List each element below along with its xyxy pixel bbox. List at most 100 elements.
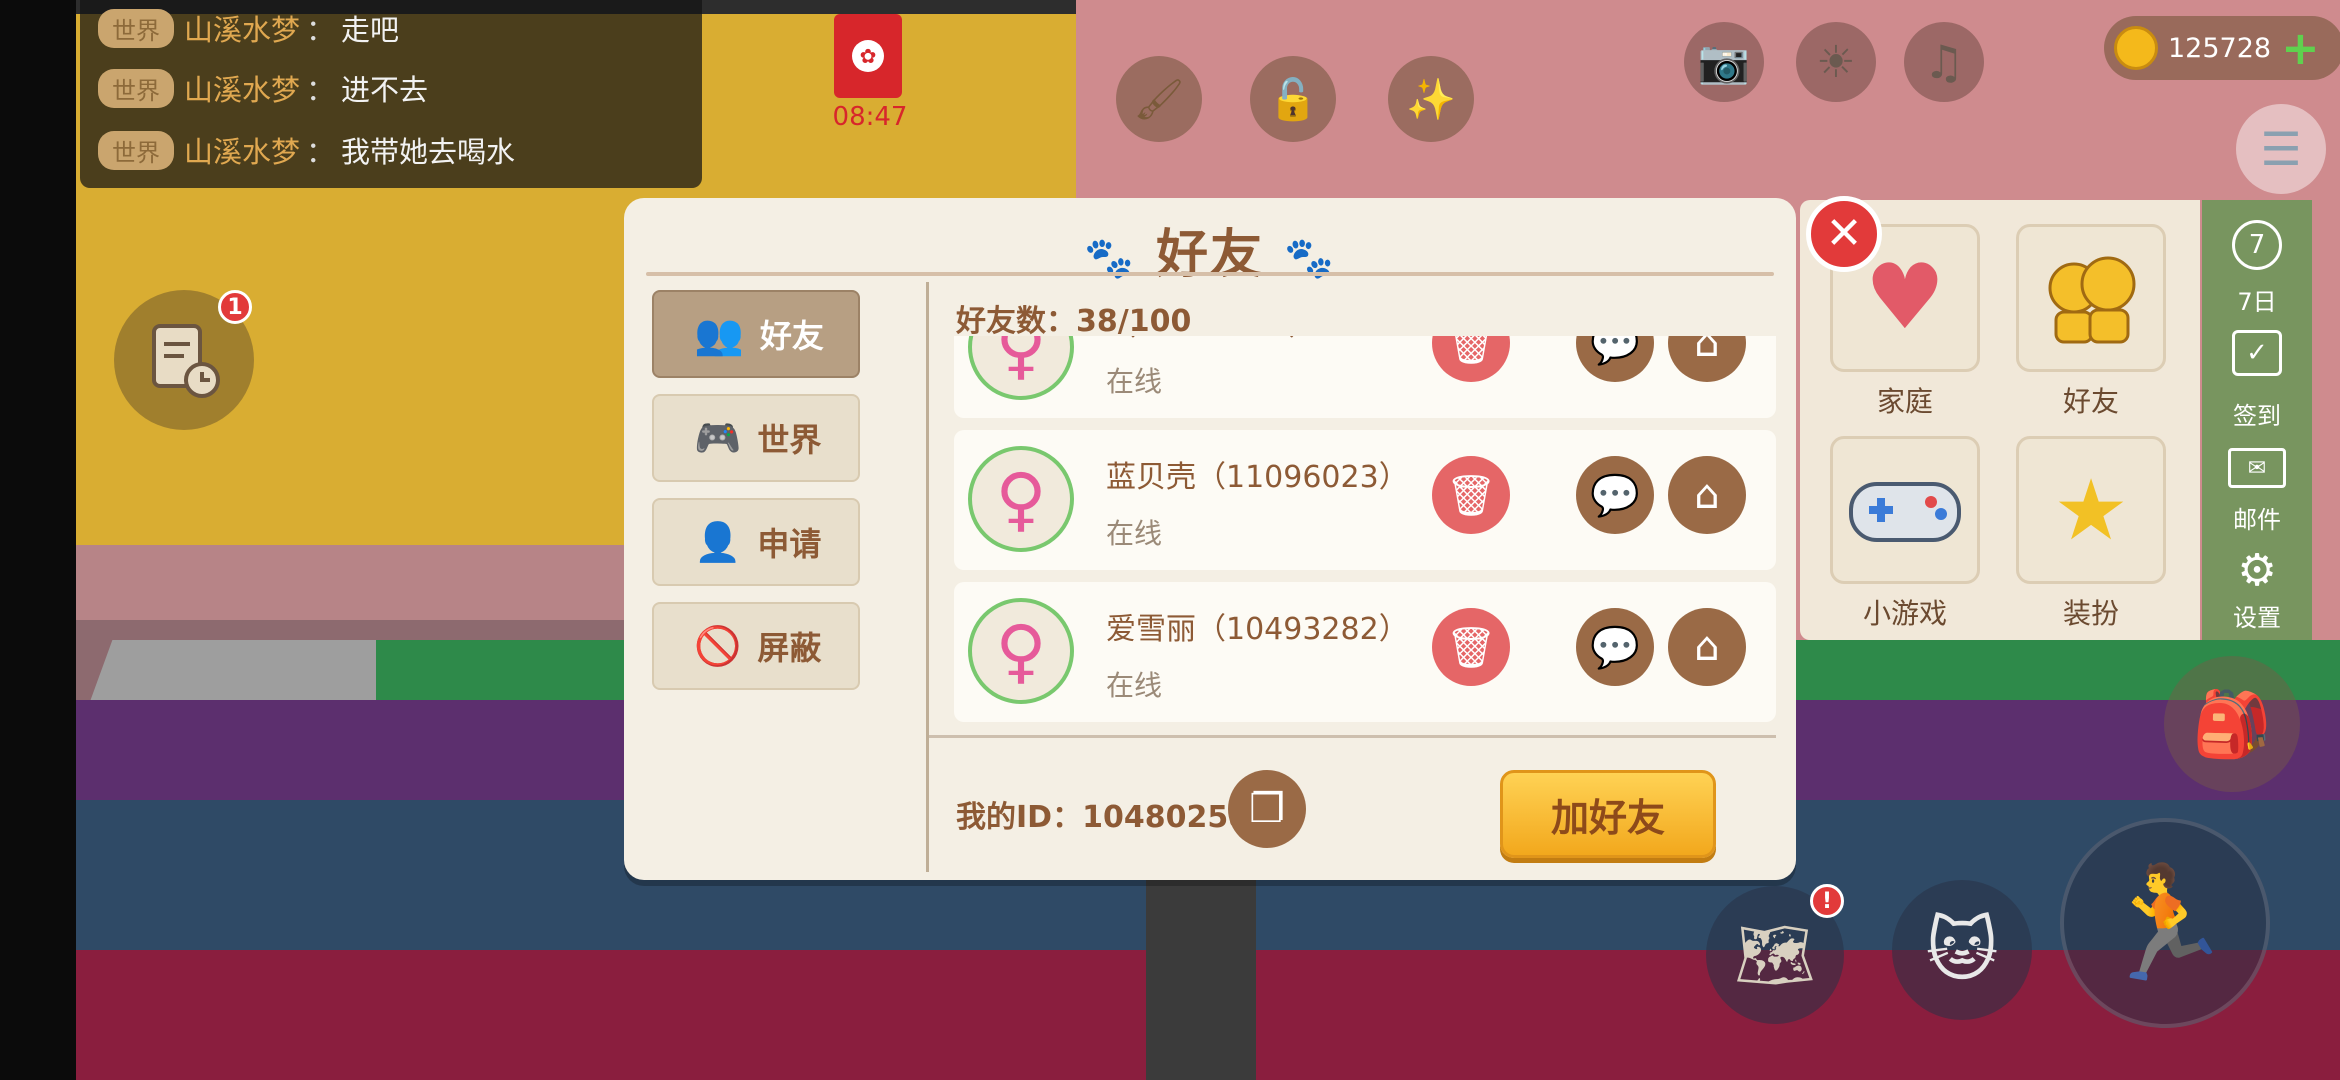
tab-blocked[interactable]: 🚫 屏蔽	[652, 602, 860, 690]
brightness-button[interactable]: ☀	[1796, 22, 1876, 102]
camera-icon: 📷	[1697, 37, 1751, 86]
gamepad-icon	[1849, 482, 1961, 542]
world-chat[interactable]: 世界 山溪水梦 ： 走吧 世界 山溪水梦 ： 进不去 世界 山溪水梦 ： 我带她…	[80, 0, 702, 188]
close-button[interactable]: ✕	[1806, 196, 1882, 272]
visit-home-button[interactable]: ⌂	[1668, 456, 1746, 534]
trash-icon: 🗑	[1445, 472, 1497, 519]
tab-divider	[926, 282, 929, 872]
coin-icon	[2114, 26, 2158, 70]
chat-message: 进不去	[341, 73, 429, 107]
music-button[interactable]: ♫	[1904, 22, 1984, 102]
chat-username[interactable]: 山溪水梦	[184, 7, 300, 49]
fireworks-icon: ✨	[1406, 76, 1456, 123]
seven-day-label[interactable]: 7日	[2202, 282, 2312, 317]
jump-button[interactable]: 🏃	[2060, 818, 2270, 1028]
friend-list[interactable]: ♀ （14802453） 在线 🗑 💬 ⌂ ♀ 蓝贝壳（11096023） 在线…	[954, 336, 1776, 728]
chat-message: 我带她去喝水	[341, 135, 516, 169]
menu-button[interactable]: ☰	[2236, 104, 2326, 194]
fireworks-button[interactable]: ✨	[1388, 56, 1474, 142]
delete-friend-button[interactable]: 🗑	[1432, 456, 1510, 534]
coin-count: 125728	[2168, 32, 2272, 64]
friends-label: 好友	[2062, 385, 2119, 418]
add-friend-button[interactable]: 加好友	[1500, 770, 1716, 858]
red-envelope-button[interactable]: ✿	[834, 14, 902, 98]
chat-button[interactable]: 💬	[1576, 456, 1654, 534]
unlock-icon: 🔓	[1268, 76, 1318, 123]
camera-button[interactable]: 📷	[1684, 22, 1764, 102]
chat-button[interactable]: 💬	[1576, 608, 1654, 686]
chat-line: 世界 山溪水梦 ： 我带她去喝水	[98, 130, 515, 170]
music-note-icon: ♫	[1923, 35, 1965, 89]
avatar[interactable]: ♀	[968, 598, 1074, 704]
menu-list-icon: ☰	[2260, 122, 2302, 176]
chat-button[interactable]: 💬	[1576, 336, 1654, 382]
dressup-label: 装扮	[2062, 597, 2119, 630]
red-envelope-timer: 08:47	[832, 102, 908, 132]
tab-friends[interactable]: 👥 好友	[652, 290, 860, 378]
speech-bubble-icon: 💬	[1590, 472, 1640, 519]
delete-friend-button[interactable]: 🗑	[1432, 608, 1510, 686]
tab-label: 屏蔽	[757, 629, 822, 667]
chat-channel-tag: 世界	[98, 130, 174, 170]
block-user-icon: 🚫	[694, 623, 742, 668]
list-item[interactable]: ♀ 爱雪丽（10493282） 在线 🗑 💬 ⌂	[954, 582, 1776, 722]
door-icon: ⌂	[1694, 472, 1720, 518]
gamepad-icon: 🎮	[694, 415, 742, 460]
friend-status: 在线	[1106, 517, 1163, 550]
copy-id-button[interactable]: ❐	[1228, 770, 1306, 848]
mail-label[interactable]: 邮件	[2202, 500, 2312, 535]
door-icon: ⌂	[1694, 624, 1720, 670]
calendar-check-icon[interactable]: ✓	[2232, 330, 2282, 376]
settings-label[interactable]: 设置	[2202, 598, 2312, 633]
title-divider	[646, 272, 1774, 276]
friend-status: 在线	[1106, 669, 1163, 702]
delete-friend-button[interactable]: 🗑	[1432, 336, 1510, 382]
speech-bubble-icon: 💬	[1590, 336, 1640, 367]
family-label: 家庭	[1876, 385, 1933, 418]
chat-username[interactable]: 山溪水梦	[184, 67, 300, 109]
tab-label: 申请	[757, 525, 822, 563]
cat-face-icon: 🐱	[1925, 909, 1999, 991]
list-item[interactable]: ♀ （14802453） 在线 🗑 💬 ⌂	[954, 336, 1776, 418]
brush-button[interactable]: 🖌	[1116, 56, 1202, 142]
door-icon: ⌂	[1694, 336, 1720, 366]
character-legs	[1146, 870, 1256, 1080]
visit-home-button[interactable]: ⌂	[1668, 608, 1746, 686]
chat-channel-tag: 世界	[98, 8, 174, 48]
chat-line: 世界 山溪水梦 ： 走吧	[98, 8, 399, 48]
tab-label: 好友	[759, 317, 824, 355]
minigame-tile[interactable]	[1830, 436, 1980, 584]
mail-icon[interactable]: ✉	[2228, 448, 2286, 488]
add-coins-icon[interactable]: +	[2281, 25, 2320, 71]
friends-tile[interactable]	[2016, 224, 2166, 372]
emote-button[interactable]: 🐱	[1892, 880, 2032, 1020]
tab-world[interactable]: 🎮 世界	[652, 394, 860, 482]
seven-day-icon[interactable]: 7	[2232, 220, 2282, 270]
dressup-tile[interactable]: ★	[2016, 436, 2166, 584]
checkin-label[interactable]: 签到	[2202, 396, 2312, 431]
map-icon: 🗺	[1734, 918, 1816, 993]
female-icon: ♀	[995, 610, 1047, 692]
avatar[interactable]: ♀	[968, 446, 1074, 552]
unlock-button[interactable]: 🔓	[1250, 56, 1336, 142]
paw-icon: ✿	[852, 40, 884, 72]
gear-icon[interactable]: ⚙	[2232, 546, 2282, 596]
star-wand-icon: ★	[2053, 461, 2129, 559]
tab-requests[interactable]: 👤 申请	[652, 498, 860, 586]
visit-home-button[interactable]: ⌂	[1668, 336, 1746, 382]
avatar[interactable]: ♀	[968, 336, 1074, 400]
chat-username[interactable]: 山溪水梦	[184, 129, 300, 171]
friends-dialog: 🐾 好友 🐾 👥 好友 🎮 世界 👤 申请 🚫 屏蔽 好友数：38/100 ♀ …	[624, 198, 1796, 880]
tab-label: 世界	[757, 421, 822, 459]
my-id: 我的ID：10480258	[956, 792, 1249, 836]
coin-balance: 125728 +	[2104, 16, 2340, 80]
backpack-button[interactable]: 🎒	[2164, 656, 2300, 792]
heart-icon: ♥	[1864, 245, 1946, 350]
list-item[interactable]: ♀ 蓝贝壳（11096023） 在线 🗑 💬 ⌂	[954, 430, 1776, 570]
friend-count: 好友数：38/100	[956, 296, 1191, 340]
map-badge: !	[1810, 884, 1844, 918]
task-list-icon	[152, 324, 220, 398]
footer-divider	[929, 735, 1776, 738]
chat-colon: ：	[306, 73, 336, 107]
close-icon: ✕	[1825, 208, 1863, 259]
